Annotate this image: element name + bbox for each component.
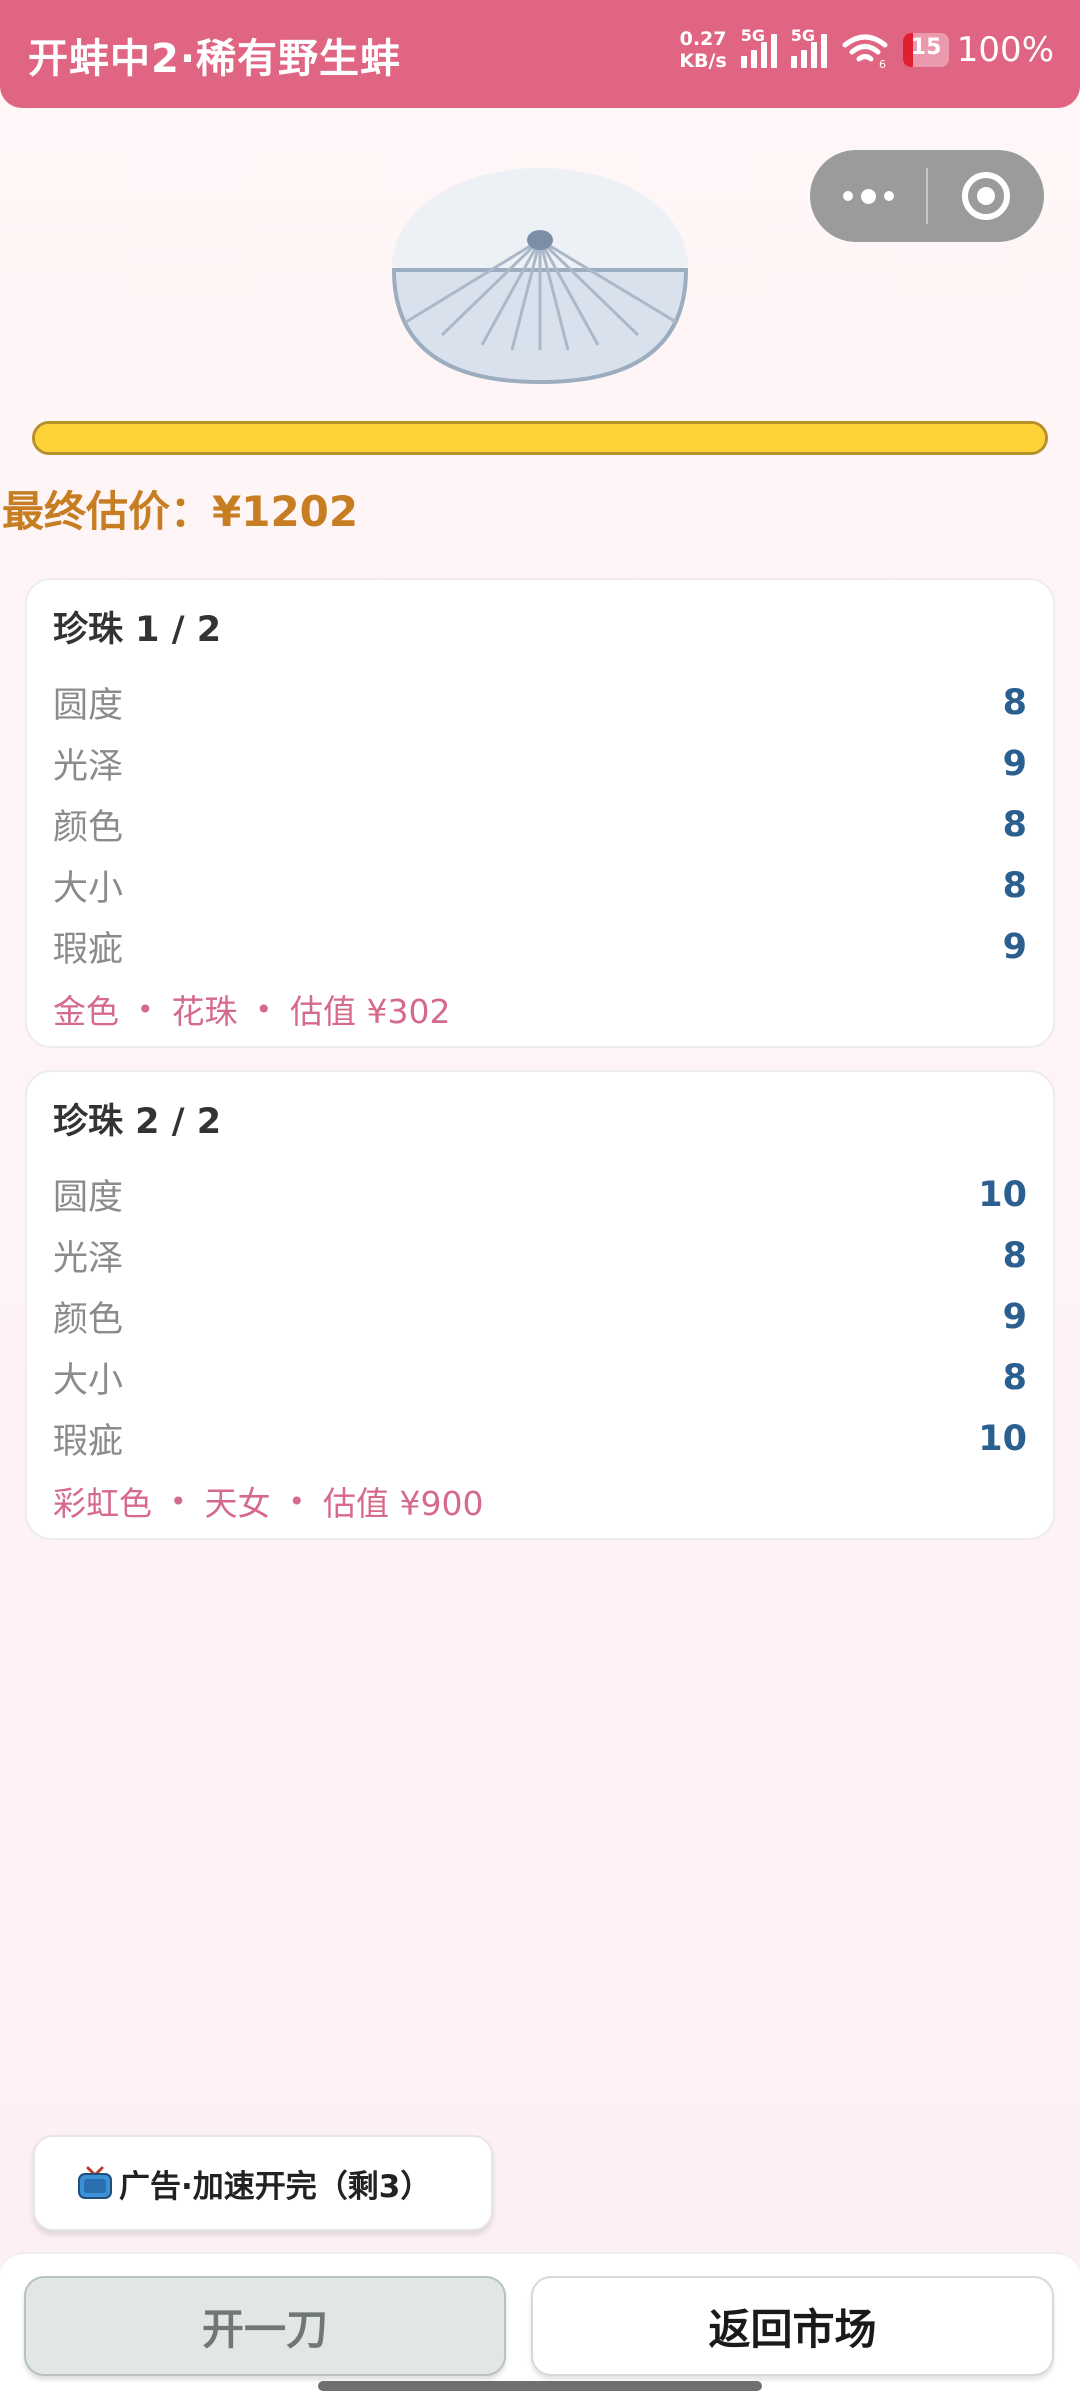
attribute-label: 大小: [53, 869, 124, 909]
attribute-value: 10: [978, 1418, 1027, 1459]
signal-icon-2: 5G: [790, 26, 827, 68]
progress-fill: [35, 424, 1045, 452]
attribute-row: 圆度 8: [53, 672, 1027, 733]
pearl-grade: 花珠: [171, 992, 238, 1031]
battery-level: 15: [910, 35, 942, 60]
separator-dot: •: [288, 1484, 306, 1518]
cut-button[interactable]: 开一刀: [24, 2276, 506, 2376]
wifi-icon: 6: [842, 34, 888, 69]
wifi-tag: 6: [879, 58, 886, 69]
more-options-icon[interactable]: [810, 150, 926, 242]
attribute-label: 圆度: [53, 686, 124, 726]
back-to-market-button[interactable]: 返回市场: [531, 2276, 1054, 2376]
close-miniprogram-icon[interactable]: [928, 172, 1044, 220]
battery-icon: 15: [902, 33, 949, 67]
attribute-value: 9: [1002, 743, 1027, 784]
attribute-row: 光泽 9: [53, 733, 1027, 794]
pearl-grade: 天女: [204, 1484, 271, 1523]
attribute-row: 颜色 8: [53, 794, 1027, 855]
signal-tag: 5G: [740, 26, 766, 45]
pearl-summary: 金色 • 花珠 • 估值 ¥302: [53, 977, 1027, 1041]
pearl-title: 珍珠 1 / 2: [53, 610, 222, 650]
attribute-value: 9: [1002, 926, 1027, 967]
page-title: 开蚌中2·稀有野生蚌: [28, 36, 402, 82]
separator-dot: •: [255, 992, 273, 1026]
pearl-card: 珍珠 2 / 2 圆度 10 光泽 8 颜色 9 大小 8 瑕疵 10 彩虹色 …: [25, 1070, 1055, 1540]
ad-speedup-button[interactable]: 广告·加速开完（剩3）: [33, 2135, 493, 2231]
attribute-row: 大小 8: [53, 855, 1027, 916]
network-speed-value: 0.27: [679, 28, 727, 50]
pearl-color: 彩虹色: [53, 1484, 152, 1523]
attribute-label: 颜色: [53, 1300, 124, 1340]
pearl-value: 估值 ¥302: [290, 992, 451, 1031]
attribute-row: 瑕疵 9: [53, 916, 1027, 977]
final-estimate: 最终估价：¥1202: [2, 487, 359, 536]
pearl-title: 珍珠 2 / 2: [53, 1102, 222, 1142]
attribute-label: 颜色: [53, 808, 124, 848]
tv-icon: [78, 2166, 112, 2199]
separator-dot: •: [170, 1484, 187, 1518]
separator-dot: •: [137, 992, 154, 1026]
signal-icon: 5G: [740, 26, 777, 68]
attribute-row: 颜色 9: [53, 1286, 1027, 1347]
attribute-value: 8: [1002, 682, 1027, 723]
attribute-label: 光泽: [53, 747, 124, 787]
attribute-row: 光泽 8: [53, 1225, 1027, 1286]
attribute-value: 10: [978, 1174, 1027, 1215]
attribute-value: 8: [1002, 1357, 1027, 1398]
attribute-row: 瑕疵 10: [53, 1408, 1027, 1469]
attribute-label: 圆度: [53, 1178, 124, 1218]
attribute-label: 大小: [53, 1361, 124, 1401]
pearl-value: 估值 ¥900: [323, 1484, 484, 1523]
ad-speedup-label: 广告·加速开完（剩3）: [119, 2168, 432, 2205]
top-bar: 开蚌中2·稀有野生蚌 0.27 KB/s 5G 5G 6 15 100%: [0, 0, 1080, 108]
attribute-value: 8: [1002, 1235, 1027, 1276]
attribute-label: 光泽: [53, 1239, 124, 1279]
attribute-value: 9: [1002, 1296, 1027, 1337]
pearl-color: 金色: [53, 992, 119, 1031]
pearl-summary: 彩虹色 • 天女 • 估值 ¥900: [53, 1469, 1027, 1533]
pearl-card: 珍珠 1 / 2 圆度 8 光泽 9 颜色 8 大小 8 瑕疵 9 金色 • 花…: [25, 578, 1055, 1048]
network-speed: 0.27 KB/s: [679, 28, 726, 72]
miniprogram-capsule: [810, 150, 1044, 242]
attribute-row: 大小 8: [53, 1347, 1027, 1408]
battery-percent: 100%: [956, 30, 1054, 70]
attribute-value: 8: [1002, 865, 1027, 906]
opening-progress-bar: [32, 421, 1048, 455]
network-speed-unit: KB/s: [679, 50, 727, 72]
attribute-row: 圆度 10: [53, 1164, 1027, 1225]
clam-icon: [392, 168, 688, 385]
signal-tag-2: 5G: [790, 26, 816, 45]
home-indicator[interactable]: [318, 2381, 762, 2391]
attribute-value: 8: [1002, 804, 1027, 845]
status-bar: 0.27 KB/s 5G 5G 6 15 100%: [679, 22, 1054, 78]
battery-indicator: 15 100%: [902, 30, 1054, 70]
attribute-label: 瑕疵: [53, 1422, 124, 1462]
attribute-label: 瑕疵: [53, 930, 124, 970]
